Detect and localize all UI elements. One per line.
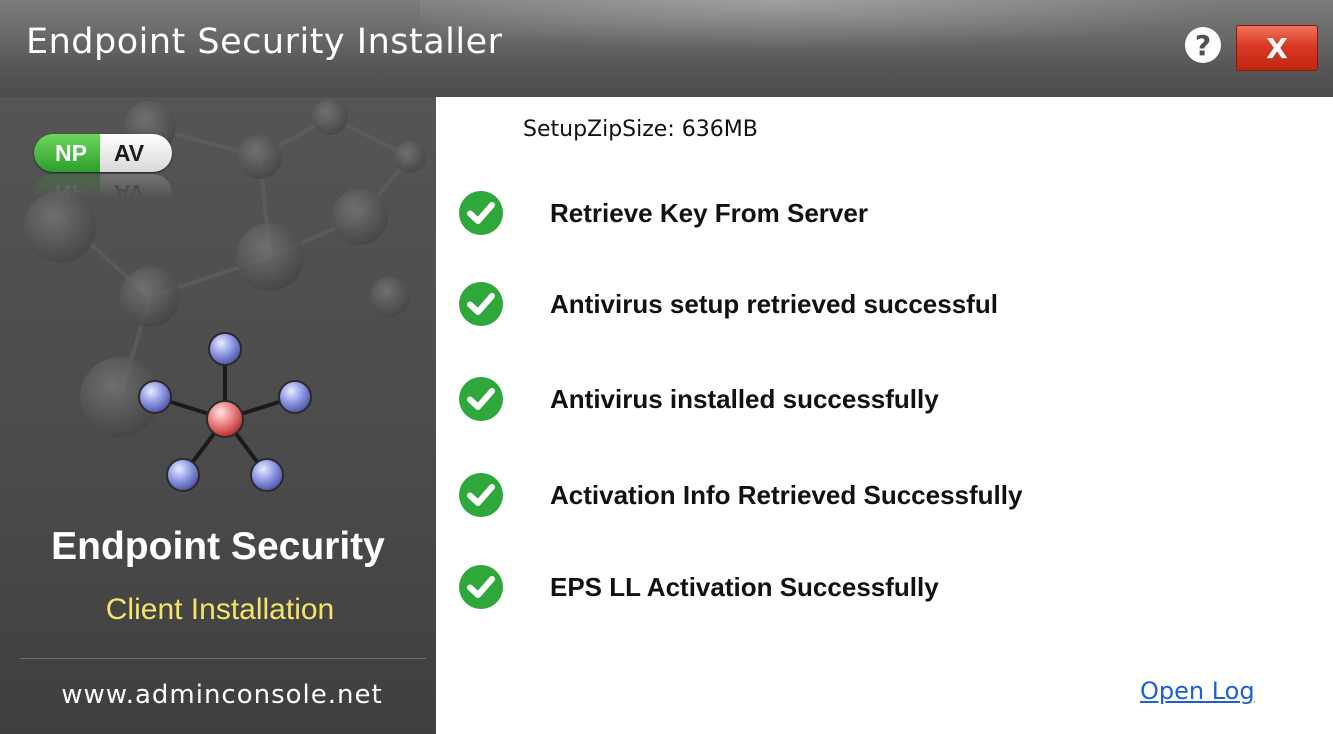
open-log-link[interactable]: Open Log <box>1140 677 1255 705</box>
badge-np-reflection: NP <box>34 174 100 212</box>
molecule-logo-icon <box>138 332 312 492</box>
step-label: Antivirus installed successfully <box>550 383 939 414</box>
badge-av-reflection: AV <box>100 174 172 212</box>
main-content: SetupZipSize: 636MB Retrieve Key From Se… <box>436 97 1333 734</box>
check-circle-icon <box>459 282 503 326</box>
np-av-badge: NP AV <box>34 134 172 172</box>
badge-av: AV <box>100 134 172 172</box>
check-circle-icon <box>459 377 503 421</box>
check-circle-icon <box>459 473 503 517</box>
website-url: www.adminconsole.net <box>61 680 383 710</box>
sidebar-divider <box>20 658 426 659</box>
check-circle-icon <box>459 191 503 235</box>
step-item: Activation Info Retrieved Successfully <box>458 472 1318 518</box>
check-circle-icon <box>459 565 503 609</box>
window-title: Endpoint Security Installer <box>26 22 503 62</box>
sidebar-panel: NP AV NP AV Endpoint Security Client Ins… <box>0 97 436 734</box>
step-label: Activation Info Retrieved Successfully <box>550 479 1023 510</box>
badge-np: NP <box>34 134 100 172</box>
question-icon: ? <box>1194 28 1212 62</box>
step-item: Retrieve Key From Server <box>458 190 1318 236</box>
step-item: Antivirus setup retrieved successful <box>458 281 1318 327</box>
close-icon: X <box>1266 31 1288 65</box>
step-item: EPS LL Activation Successfully <box>458 564 1318 610</box>
close-button[interactable]: X <box>1236 25 1318 71</box>
product-title: Endpoint Security <box>51 525 385 568</box>
help-button[interactable]: ? <box>1185 27 1221 63</box>
product-subtitle: Client Installation <box>105 593 335 626</box>
step-label: Antivirus setup retrieved successful <box>550 288 998 319</box>
step-item: Antivirus installed successfully <box>458 376 1318 422</box>
step-label: Retrieve Key From Server <box>550 197 868 228</box>
title-bar[interactable]: Endpoint Security Installer ? X <box>0 0 1333 97</box>
installer-window: Endpoint Security Installer ? X NP AV NP… <box>0 0 1333 734</box>
setup-zip-size: SetupZipSize: 636MB <box>523 117 758 142</box>
step-label: EPS LL Activation Successfully <box>550 571 939 602</box>
badge-reflection: NP AV <box>34 174 172 212</box>
